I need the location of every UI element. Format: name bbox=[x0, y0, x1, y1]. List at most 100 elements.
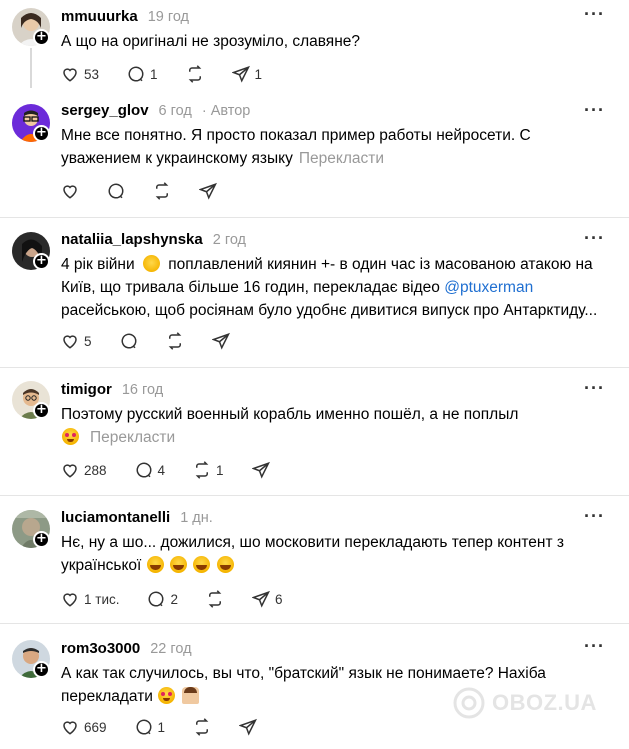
share-button[interactable] bbox=[199, 181, 217, 201]
more-options-icon[interactable]: ··· bbox=[584, 506, 605, 527]
reply-button[interactable]: 2 bbox=[147, 589, 178, 609]
repost-icon bbox=[188, 65, 201, 83]
laughing-emoji bbox=[169, 556, 187, 573]
repost-button[interactable] bbox=[206, 589, 224, 609]
like-count: 288 bbox=[84, 462, 107, 478]
comment-icon bbox=[136, 462, 152, 478]
repost-icon bbox=[155, 182, 169, 200]
send-icon bbox=[211, 332, 230, 350]
mention-link[interactable]: @ptuxerman bbox=[444, 279, 533, 296]
post-text: Мне все понятно. Я просто показал пример… bbox=[61, 124, 606, 170]
person-facepalming-emoji bbox=[181, 687, 199, 704]
laughing-emoji bbox=[146, 556, 164, 573]
like-button[interactable] bbox=[61, 181, 79, 201]
follow-plus-icon[interactable]: + bbox=[33, 253, 50, 270]
reply-button[interactable] bbox=[107, 181, 125, 201]
replies-feed: + mmuuurka 19 год ··· А що на оригіналі … bbox=[0, 0, 629, 749]
post-text-part: 4 рік війни bbox=[61, 256, 135, 273]
repost-button[interactable] bbox=[153, 181, 171, 201]
heart-icon bbox=[63, 185, 77, 199]
comment-icon bbox=[121, 333, 137, 349]
follow-plus-icon[interactable]: + bbox=[33, 125, 50, 142]
repost-count: 1 bbox=[216, 462, 224, 478]
like-count: 1 тис. bbox=[84, 591, 120, 607]
username[interactable]: mmuuurka bbox=[61, 8, 138, 25]
follow-plus-icon[interactable]: + bbox=[33, 29, 50, 46]
comment-icon bbox=[148, 591, 164, 607]
author-tag: · Автор bbox=[201, 103, 251, 119]
reply-count: 2 bbox=[170, 591, 178, 607]
reply-count: 1 bbox=[150, 66, 158, 82]
timestamp[interactable]: 1 дн. bbox=[180, 510, 213, 526]
reply-button[interactable] bbox=[120, 331, 138, 351]
share-button[interactable] bbox=[251, 460, 270, 480]
follow-plus-icon[interactable]: + bbox=[33, 661, 50, 678]
comment-icon bbox=[108, 183, 124, 199]
like-button[interactable]: 53 bbox=[61, 64, 99, 84]
like-button[interactable]: 1 тис. bbox=[61, 589, 119, 609]
username[interactable]: timigor bbox=[61, 381, 112, 398]
share-button[interactable] bbox=[211, 331, 230, 351]
username[interactable]: rom3o3000 bbox=[61, 640, 140, 657]
username[interactable]: sergey_glov bbox=[61, 102, 149, 119]
more-options-icon[interactable]: ··· bbox=[584, 636, 605, 657]
like-count: 5 bbox=[84, 333, 92, 349]
heart-icon bbox=[63, 464, 77, 478]
melting-face-emoji bbox=[142, 255, 160, 272]
username[interactable]: luciamontanelli bbox=[61, 509, 170, 526]
repost-button[interactable] bbox=[193, 717, 211, 737]
repost-icon bbox=[195, 461, 209, 479]
repost-button[interactable]: 1 bbox=[193, 460, 224, 480]
reply-button[interactable]: 1 bbox=[127, 64, 158, 84]
more-options-icon[interactable]: ··· bbox=[584, 228, 605, 249]
repost-icon bbox=[195, 718, 209, 736]
send-icon bbox=[239, 718, 258, 736]
like-button[interactable]: 669 bbox=[61, 717, 107, 737]
repost-button[interactable] bbox=[186, 64, 204, 84]
send-icon bbox=[251, 461, 270, 479]
timestamp[interactable]: 19 год bbox=[148, 9, 189, 25]
repost-button[interactable] bbox=[166, 331, 184, 351]
send-icon bbox=[231, 65, 250, 83]
reply-button[interactable]: 4 bbox=[135, 460, 166, 480]
oboz-logo-icon bbox=[453, 687, 485, 719]
reply-count: 4 bbox=[157, 462, 166, 478]
smiling-face-with-hearts-emoji bbox=[158, 687, 176, 704]
translate-link[interactable]: Перекласти bbox=[90, 429, 175, 446]
oboz-watermark: OBOZ.UA bbox=[452, 686, 597, 720]
watermark-text: OBOZ.UA bbox=[492, 690, 597, 715]
follow-plus-icon[interactable]: + bbox=[33, 402, 50, 419]
like-button[interactable]: 288 bbox=[61, 460, 107, 480]
more-options-icon[interactable]: ··· bbox=[584, 378, 605, 399]
like-button[interactable]: 5 bbox=[61, 331, 92, 351]
more-options-icon[interactable]: ··· bbox=[584, 100, 605, 121]
smiling-face-with-hearts-emoji bbox=[62, 428, 79, 445]
send-icon bbox=[199, 182, 217, 200]
post-text: 4 рік війни поплавлений киянин +- в один… bbox=[61, 253, 606, 322]
share-button[interactable]: 6 bbox=[252, 589, 283, 609]
reply-count: 1 bbox=[157, 719, 166, 735]
heart-icon bbox=[63, 68, 77, 82]
laughing-emoji bbox=[193, 556, 211, 573]
timestamp[interactable]: 2 год bbox=[213, 232, 246, 248]
repost-icon bbox=[168, 332, 181, 350]
share-button[interactable] bbox=[239, 717, 258, 737]
post-text-content: Поэтому русский военный корабль именно п… bbox=[61, 406, 519, 423]
reply-post: + luciamontanelli 1 дн. ··· Нє, ну а шо.… bbox=[0, 496, 629, 624]
comment-icon bbox=[136, 719, 152, 735]
more-options-icon[interactable]: ··· bbox=[584, 4, 605, 25]
follow-plus-icon[interactable]: + bbox=[33, 531, 50, 548]
comment-icon bbox=[128, 66, 144, 82]
timestamp[interactable]: 6 год bbox=[159, 103, 192, 119]
reply-button[interactable]: 1 bbox=[135, 717, 166, 737]
post-text: Нє, ну а шо... дожилися, шо московити пе… bbox=[61, 531, 606, 577]
post-text-content: Мне все понятно. Я просто показал пример… bbox=[61, 127, 531, 167]
translate-link[interactable]: Перекласти bbox=[299, 150, 384, 167]
share-button[interactable]: 1 bbox=[231, 64, 262, 84]
timestamp[interactable]: 22 год bbox=[150, 641, 191, 657]
username[interactable]: nataliia_lapshynska bbox=[61, 231, 203, 248]
reply-post: + sergey_glov 6 год · Автор ··· Мне все … bbox=[0, 94, 629, 212]
timestamp[interactable]: 16 год bbox=[122, 382, 163, 398]
repost-icon bbox=[208, 590, 222, 608]
like-count: 669 bbox=[84, 719, 107, 735]
